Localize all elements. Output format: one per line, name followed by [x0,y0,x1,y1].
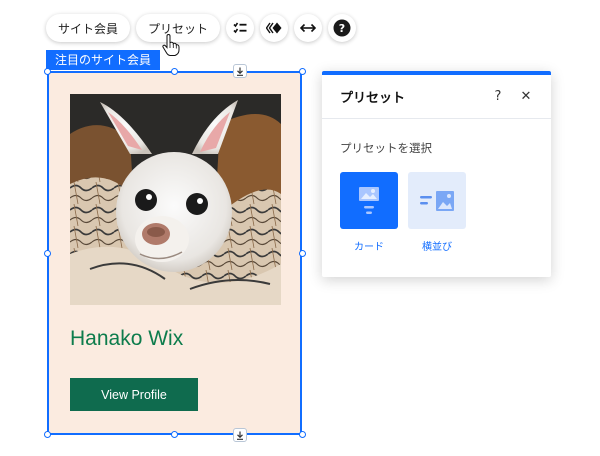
preset-option-side-by-side[interactable] [408,172,466,229]
site-members-button-label: サイト会員 [58,21,119,36]
resize-handle-right[interactable] [299,250,306,257]
view-profile-button[interactable]: View Profile [70,378,198,411]
side-by-side-layout-icon [420,190,454,211]
resize-handle-top-right[interactable] [299,68,306,75]
resize-handle-bottom-left[interactable] [44,431,51,438]
resize-handle-left[interactable] [44,250,51,257]
presets-subtitle: プリセットを選択 [340,141,432,155]
checklist-icon[interactable] [226,14,255,42]
editor-canvas: サイト会員 プリセット ? 注目のサイト会員 Hanako Wix View P… [0,0,600,456]
resize-handle-bottom[interactable] [171,431,178,438]
presets-panel-title: プリセット [340,91,406,106]
card-layout-icon [359,186,379,214]
member-name: Hanako Wix [70,327,184,350]
presets-panel: プリセット ? ✕ プリセットを選択 カード 横並び [322,71,551,277]
resize-handle-top-left[interactable] [44,68,51,75]
resize-handle-top[interactable] [171,68,178,75]
help-icon[interactable]: ? [328,14,357,42]
animation-icon[interactable] [260,14,289,42]
preset-option-side-by-side-label: 横並び [422,242,452,253]
resize-handle-bottom-right[interactable] [299,431,306,438]
svg-text:?: ? [339,22,345,35]
member-photo [70,94,281,305]
presets-panel-header: プリセット ? ✕ [322,75,551,119]
element-toolbar: サイト会員 プリセット ? [46,14,357,42]
featured-member-card[interactable]: Hanako Wix View Profile [44,64,306,442]
site-members-button[interactable]: サイト会員 [46,14,131,42]
dock-top-anchor-icon[interactable] [233,64,247,78]
pointer-hand-icon [162,34,180,56]
preset-option-card-label: カード [354,242,384,253]
dock-bottom-anchor-icon[interactable] [233,428,247,442]
selected-element-tag: 注目のサイト会員 [46,50,161,70]
panel-close-button[interactable]: ✕ [515,86,537,108]
stretch-icon[interactable] [294,14,323,42]
panel-help-button[interactable]: ? [487,86,509,108]
preset-option-card[interactable] [340,172,398,229]
